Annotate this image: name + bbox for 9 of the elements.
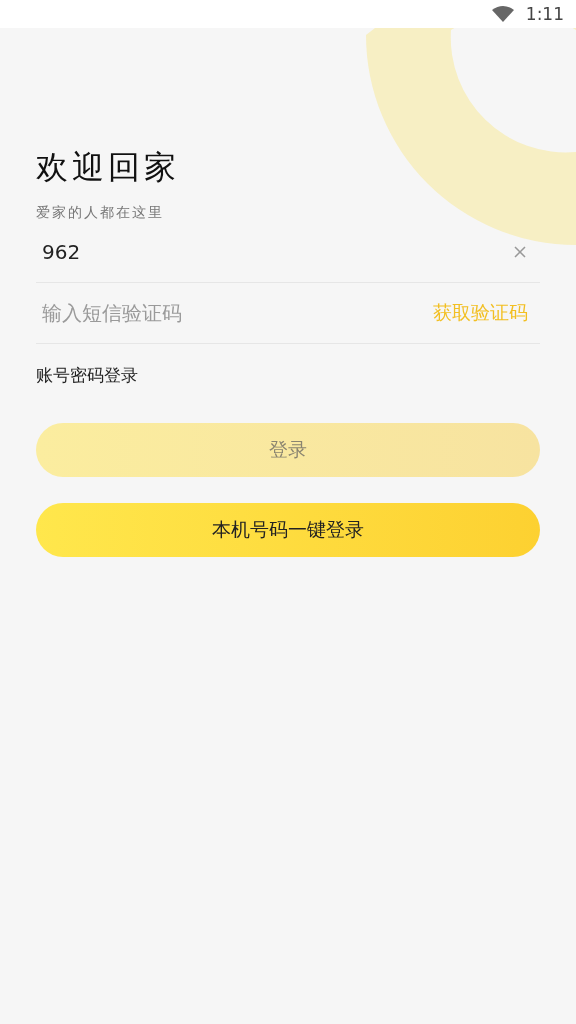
clear-icon[interactable] [514,246,526,258]
phone-field[interactable]: 962 [36,240,514,264]
password-login-link[interactable]: 账号密码登录 [36,364,138,387]
code-field[interactable]: 输入短信验证码 [36,301,433,325]
welcome-title: 欢迎回家 [36,147,181,188]
wifi-icon [491,6,514,22]
status-time: 1:11 [525,4,564,24]
one-click-login-button[interactable]: 本机号码一键登录 [36,503,540,557]
welcome-subtitle: 爱家的人都在这里 [36,204,165,222]
